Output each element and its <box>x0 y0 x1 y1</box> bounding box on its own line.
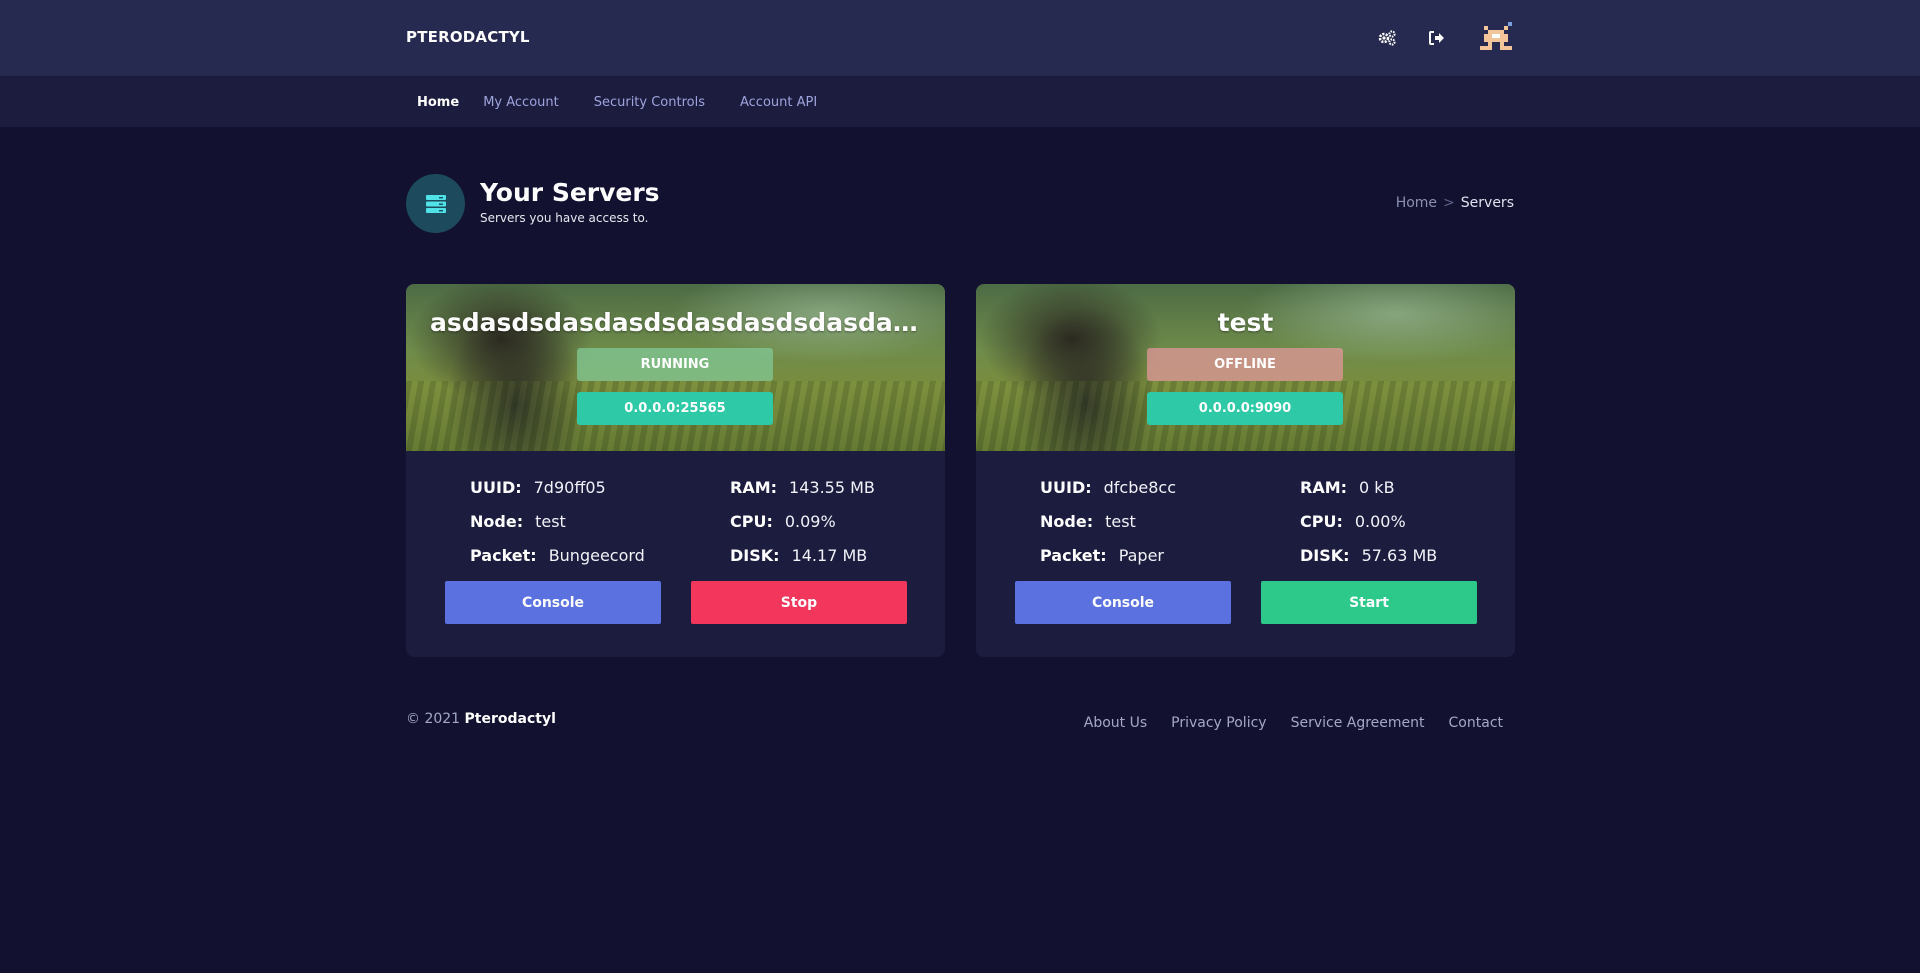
breadcrumb: Home > Servers <box>1396 195 1514 211</box>
breadcrumb-current: Servers <box>1460 195 1514 211</box>
footer-link-privacy-policy[interactable]: Privacy Policy <box>1171 715 1266 731</box>
footer-copyright: © 2021 Pterodactyl <box>406 711 556 727</box>
page-title: Your Servers <box>480 178 660 207</box>
company-name: Pterodactyl <box>464 711 556 727</box>
stat-disk: DISK: 14.17 MB <box>730 546 867 565</box>
top-bar: PTERODACTYL <box>0 0 1920 76</box>
stat-cpu-label: CPU: <box>1300 512 1343 531</box>
stat-packet-label: Packet: <box>470 546 537 565</box>
stat-node: Node: test <box>1040 512 1136 531</box>
breadcrumb-home[interactable]: Home <box>1396 195 1437 211</box>
status-badge: OFFLINE <box>1147 348 1343 381</box>
nav-account-api[interactable]: Account API <box>729 95 817 110</box>
footer-links: About Us Privacy Policy Service Agreemen… <box>1060 715 1503 731</box>
footer-link-contact[interactable]: Contact <box>1449 715 1503 731</box>
copyright-text: © 2021 <box>406 711 461 727</box>
stat-disk-label: DISK: <box>730 546 780 565</box>
stat-ram-label: RAM: <box>730 478 778 497</box>
nav-my-account[interactable]: My Account <box>472 95 559 110</box>
stat-ram-value: 143.55 MB <box>789 478 875 497</box>
stat-cpu: CPU: 0.09% <box>730 512 836 531</box>
stat-packet-value: Paper <box>1118 546 1164 565</box>
stat-packet: Packet: Paper <box>1040 546 1164 565</box>
stat-packet: Packet: Bungeecord <box>470 546 645 565</box>
breadcrumb-separator: > <box>1443 195 1455 211</box>
stop-button[interactable]: Stop <box>691 581 907 624</box>
stat-node-value: test <box>1105 512 1136 531</box>
stat-uuid-value: 7d90ff05 <box>533 478 606 497</box>
stat-uuid: UUID: 7d90ff05 <box>470 478 606 497</box>
server-card: asdasdsdasdasdsdasdasdsdasdasdsdasd RUNN… <box>406 284 945 657</box>
brand-logo-text[interactable]: PTERODACTYL <box>406 28 530 46</box>
stat-packet-value: Bungeecord <box>548 546 645 565</box>
stat-ram: RAM: 143.55 MB <box>730 478 875 497</box>
server-address[interactable]: 0.0.0.0:25565 <box>577 392 773 425</box>
stat-cpu: CPU: 0.00% <box>1300 512 1406 531</box>
stat-node: Node: test <box>470 512 566 531</box>
sub-navigation: Home My Account Security Controls Accoun… <box>0 76 1920 127</box>
stat-disk: DISK: 57.63 MB <box>1300 546 1437 565</box>
footer-link-service-agreement[interactable]: Service Agreement <box>1291 715 1425 731</box>
stat-disk-label: DISK: <box>1300 546 1350 565</box>
user-avatar[interactable] <box>1480 22 1512 54</box>
stat-cpu-label: CPU: <box>730 512 773 531</box>
nav-home[interactable]: Home <box>406 95 459 110</box>
server-name[interactable]: test <box>976 308 1515 337</box>
start-button[interactable]: Start <box>1261 581 1477 624</box>
gears-icon[interactable] <box>1375 26 1399 50</box>
stat-ram: RAM: 0 kB <box>1300 478 1395 497</box>
stat-packet-label: Packet: <box>1040 546 1107 565</box>
server-icon <box>406 174 465 233</box>
page-header: Your Servers Servers you have access to.… <box>406 174 1514 234</box>
server-banner-image: test OFFLINE 0.0.0.0:9090 <box>976 284 1515 451</box>
stat-cpu-value: 0.00% <box>1354 512 1406 531</box>
sign-out-icon[interactable] <box>1425 26 1449 50</box>
server-address[interactable]: 0.0.0.0:9090 <box>1147 392 1343 425</box>
status-badge: RUNNING <box>577 348 773 381</box>
stat-disk-value: 57.63 MB <box>1361 546 1438 565</box>
stat-uuid-value: dfcbe8cc <box>1103 478 1176 497</box>
footer-link-about-us[interactable]: About Us <box>1084 715 1147 731</box>
stat-uuid: UUID: dfcbe8cc <box>1040 478 1176 497</box>
stat-uuid-label: UUID: <box>1040 478 1092 497</box>
console-button[interactable]: Console <box>445 581 661 624</box>
stat-ram-value: 0 kB <box>1359 478 1395 497</box>
stat-node-label: Node: <box>470 512 524 531</box>
console-button[interactable]: Console <box>1015 581 1231 624</box>
stat-node-label: Node: <box>1040 512 1094 531</box>
stat-ram-label: RAM: <box>1300 478 1348 497</box>
page-subtitle: Servers you have access to. <box>480 211 649 225</box>
server-card: test OFFLINE 0.0.0.0:9090 UUID: dfcbe8cc … <box>976 284 1515 657</box>
server-banner-image: asdasdsdasdasdsdasdasdsdasdasdsdasd RUNN… <box>406 284 945 451</box>
stat-node-value: test <box>535 512 566 531</box>
stat-disk-value: 14.17 MB <box>791 546 868 565</box>
stat-cpu-value: 0.09% <box>784 512 836 531</box>
server-name[interactable]: asdasdsdasdasdsdasdasdsdasdasdsdasd <box>406 308 945 337</box>
nav-security-controls[interactable]: Security Controls <box>583 95 705 110</box>
stat-uuid-label: UUID: <box>470 478 522 497</box>
